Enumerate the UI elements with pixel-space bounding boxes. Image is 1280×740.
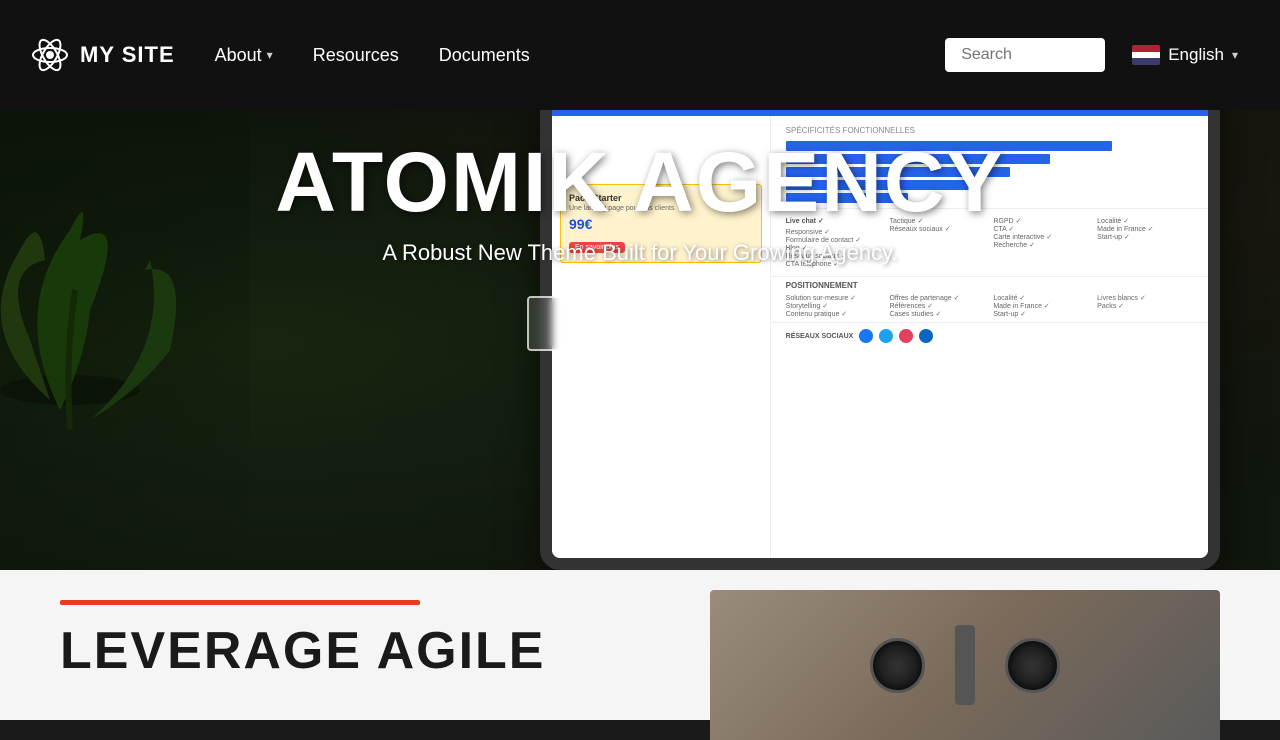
search-input[interactable] — [945, 38, 1105, 72]
logo[interactable]: MY SITE — [30, 35, 175, 75]
learn-more-button[interactable]: Learn More — [527, 296, 753, 351]
atom-icon — [30, 35, 70, 75]
nav-right: English ▾ — [945, 37, 1250, 73]
speaker-right — [1005, 638, 1060, 693]
flag-us-icon — [1132, 45, 1160, 65]
bottom-section: LEVERAGE AGILE — [0, 570, 1280, 720]
chevron-down-icon: ▾ — [267, 48, 273, 62]
lang-chevron-icon: ▾ — [1232, 48, 1238, 62]
navbar: MY SITE About ▾ Resources Documents Engl… — [0, 0, 1280, 110]
hero-text-block: ATOMIK AGENCY A Robust New Theme Built f… — [0, 140, 1280, 351]
chart-label: SPÉCIFICITÉS FONCTIONNELLES — [786, 126, 1193, 135]
nav-documents[interactable]: Documents — [439, 45, 530, 66]
red-accent-line — [60, 600, 420, 605]
speaker-left — [870, 638, 925, 693]
bottom-image — [710, 590, 1220, 740]
nav-links: About ▾ Resources Documents — [215, 45, 946, 66]
bottom-left: LEVERAGE AGILE — [60, 590, 710, 677]
hero-subtitle: A Robust New Theme Built for Your Growin… — [30, 240, 1250, 266]
hero-title: ATOMIK AGENCY — [30, 140, 1250, 224]
bottom-img-bg — [710, 590, 1220, 740]
nav-resources[interactable]: Resources — [313, 45, 399, 66]
site-title: MY SITE — [80, 42, 175, 68]
nav-about[interactable]: About ▾ — [215, 45, 273, 66]
language-selector[interactable]: English ▾ — [1120, 37, 1250, 73]
center-panel — [955, 625, 975, 705]
speaker-row — [870, 625, 1060, 705]
bottom-title: LEVERAGE AGILE — [60, 625, 710, 677]
language-label: English — [1168, 45, 1224, 65]
